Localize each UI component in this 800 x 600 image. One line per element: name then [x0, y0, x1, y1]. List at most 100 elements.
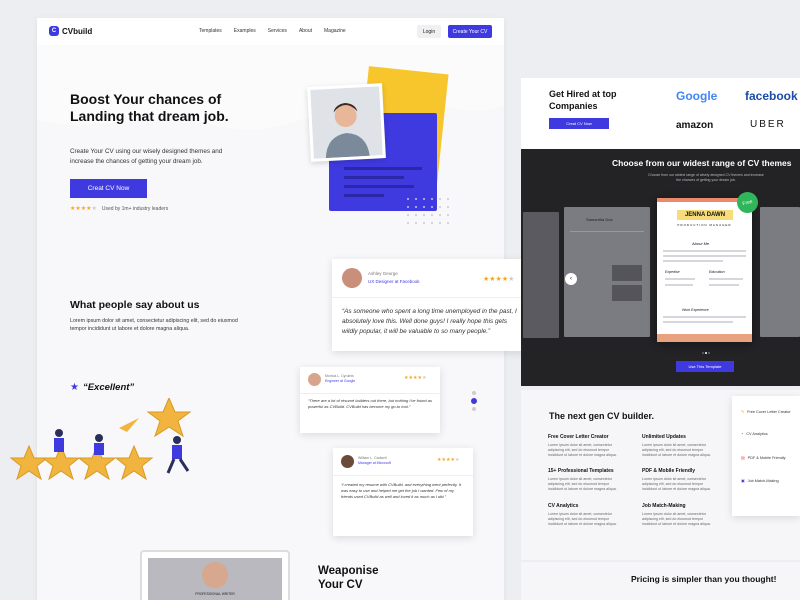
carousel-dot[interactable] [472, 391, 476, 395]
hired-section: Get Hired at top Companies Creat CV Now … [521, 78, 800, 149]
nav-link-about[interactable]: About [299, 28, 312, 34]
feature-title: PDF & Mobile Friendly [642, 468, 696, 474]
weaponise-title: Weaponise Your CV [318, 565, 379, 591]
avatar [341, 455, 354, 468]
amazon-logo: amazon [676, 120, 714, 131]
features-section: The next gen CV builder. Free Cover Lett… [521, 390, 800, 560]
create-cv-nav-button[interactable]: Create Your CV [448, 25, 492, 38]
stage: C CVbuild Templates Examples Services Ab… [0, 0, 800, 600]
testimonial-role: Engineer at Google [325, 379, 356, 383]
avatar [342, 268, 362, 288]
analytics-icon: ◔ [741, 432, 744, 436]
google-logo: Google [676, 89, 718, 103]
facebook-logo: facebook [745, 89, 798, 103]
template-name: Samantha Doe [586, 217, 613, 222]
top-nav: C CVbuild Templates Examples Services Ab… [37, 18, 504, 45]
rating-text: Used by 1m+ industry leaders [101, 205, 169, 212]
cover-letter-icon: ✎ [741, 410, 745, 414]
rating-stars: ★★★★★ [70, 206, 97, 212]
hired-create-cv-button[interactable]: Creat CV Now [549, 118, 609, 129]
testimonial-quote: “I created my resume with CVBuild, and e… [341, 482, 461, 499]
templates-title: Choose from our widest range of CV theme… [612, 158, 792, 168]
feature-title: Free Cover Letter Creator [548, 434, 609, 440]
stars-illustration [9, 398, 192, 481]
login-button[interactable]: Login [417, 25, 441, 38]
feature-item: Job Match-Making Lorem ipsum dolor sit a… [642, 503, 718, 527]
use-template-button[interactable]: Use This Template [676, 361, 734, 372]
feature-title: Job Match-Making [642, 503, 686, 509]
feature-item: Free Cover Letter Creator Lorem ipsum do… [548, 434, 624, 458]
feature-text: Lorem ipsum dolor sit amet, consectetur … [642, 512, 711, 526]
profile-photo [310, 86, 383, 159]
side-item: PDF & Mobile Friendly [747, 455, 786, 460]
brand-logo[interactable]: C CVbuild [49, 26, 92, 36]
featured-role: PRODUCTION MANAGER [677, 223, 732, 227]
mock-caption: PROFESSIONAL WRITER [195, 592, 235, 596]
template-card[interactable]: Samantha Doe [564, 207, 650, 337]
pdf-icon: ▤ [741, 456, 745, 460]
hero-title: Boost Your chances of Landing that dream… [70, 91, 229, 124]
excellent-label: ★ “Excellent” [70, 382, 134, 393]
feature-title: Unlimited Updates [642, 434, 686, 440]
testimonial-card[interactable]: Monica L. Cyrulnis Engineer at Google ★★… [300, 367, 440, 433]
feature-text: Lorem ipsum dolor sit amet, consectetur … [642, 477, 711, 491]
uber-logo: UBER [750, 119, 786, 130]
nav-links: Templates Examples Services About Magazi… [199, 28, 346, 34]
section-work: Work Experience [682, 308, 709, 312]
hero-rating: ★★★★★ Used by 1m+ industry leaders [70, 205, 169, 213]
feature-side-list: ✎ Free Cover Letter Creator ◔ CV Analytics… [732, 396, 800, 516]
features-title: The next gen CV builder. [549, 411, 655, 421]
carousel-dots [702, 352, 710, 354]
nav-link-examples[interactable]: Examples [234, 28, 256, 34]
testimonial-name: Ashley George [368, 271, 398, 276]
nav-link-magazine[interactable]: Magazine [324, 28, 346, 34]
section-education: Education [709, 270, 725, 274]
pricing-title: Pricing is simpler than you thought! [631, 574, 777, 584]
feature-title: CV Analytics [548, 503, 579, 509]
brand-name: CVbuild [62, 26, 93, 36]
feature-text: Lorem ipsum dolor sit amet, consectetur … [548, 477, 617, 491]
section-expertise: Expertise [665, 270, 680, 274]
feature-item: CV Analytics Lorem ipsum dolor sit amet,… [548, 503, 624, 527]
feature-item: Unlimited Updates Lorem ipsum dolor sit … [642, 434, 718, 458]
pricing-section: Pricing is simpler than you thought! [521, 562, 800, 600]
carousel-dot-active[interactable] [471, 398, 477, 404]
laptop-mockup: PROFESSIONAL WRITER [140, 550, 290, 600]
testimonial-quote: “There are a lot of résumé builders out … [308, 398, 432, 409]
featured-template[interactable]: JENNA DAWN PRODUCTION MANAGER About Me E… [657, 198, 752, 342]
nav-link-templates[interactable]: Templates [199, 28, 222, 34]
feature-item: 15+ Professional Templates Lorem ipsum d… [548, 468, 624, 492]
testimonial-card-featured[interactable]: Ashley George UX Designer at Facebook ★★… [332, 259, 532, 351]
dot-grid [407, 198, 449, 224]
carousel-prev-button[interactable]: ‹ [565, 273, 577, 285]
testimonial-name: William L. Cadwell [358, 456, 387, 460]
avatar [308, 373, 321, 386]
featured-name: JENNA DAWN [677, 210, 733, 220]
feature-title: 15+ Professional Templates [548, 468, 614, 474]
side-item: CV Analytics [746, 432, 768, 436]
carousel-dot[interactable] [472, 407, 476, 411]
section-about: About Me [692, 241, 710, 246]
testimonials-title: What people say about us [70, 299, 200, 311]
feature-text: Lorem ipsum dolor sit amet, consectetur … [548, 512, 617, 526]
feature-text: Lorem ipsum dolor sit amet, consectetur … [642, 443, 711, 457]
template-card[interactable] [523, 212, 559, 338]
hero-create-cv-button[interactable]: Creat CV Now [70, 179, 147, 198]
hired-title: Get Hired at top Companies [549, 89, 617, 111]
profile-photo-frame [307, 83, 386, 162]
testimonial-stars: ★★★★★ [483, 276, 515, 283]
testimonial-card[interactable]: William L. Cadwell Manager at Microsoft … [333, 448, 473, 536]
landing-page: C CVbuild Templates Examples Services Ab… [9, 18, 532, 600]
testimonial-name: Monica L. Cyrulnis [325, 374, 354, 378]
templates-subtitle: Choose from our widest range of wisely d… [648, 173, 764, 182]
side-item: Free Cover Letter Creator [747, 409, 791, 414]
testimonial-quote: “As someone who spent a long time unempl… [342, 308, 517, 335]
feature-text: Lorem ipsum dolor sit amet, consectetur … [548, 443, 617, 457]
nav-link-services[interactable]: Services [268, 28, 287, 34]
testimonial-role: Manager at Microsoft [358, 461, 391, 465]
templates-section: Choose from our widest range of CV theme… [521, 149, 800, 386]
excellent-text: “Excellent” [82, 382, 135, 393]
testimonial-stars: ★★★★★ [437, 457, 460, 463]
testimonial-stars: ★★★★★ [404, 375, 427, 381]
template-card[interactable] [760, 207, 800, 337]
